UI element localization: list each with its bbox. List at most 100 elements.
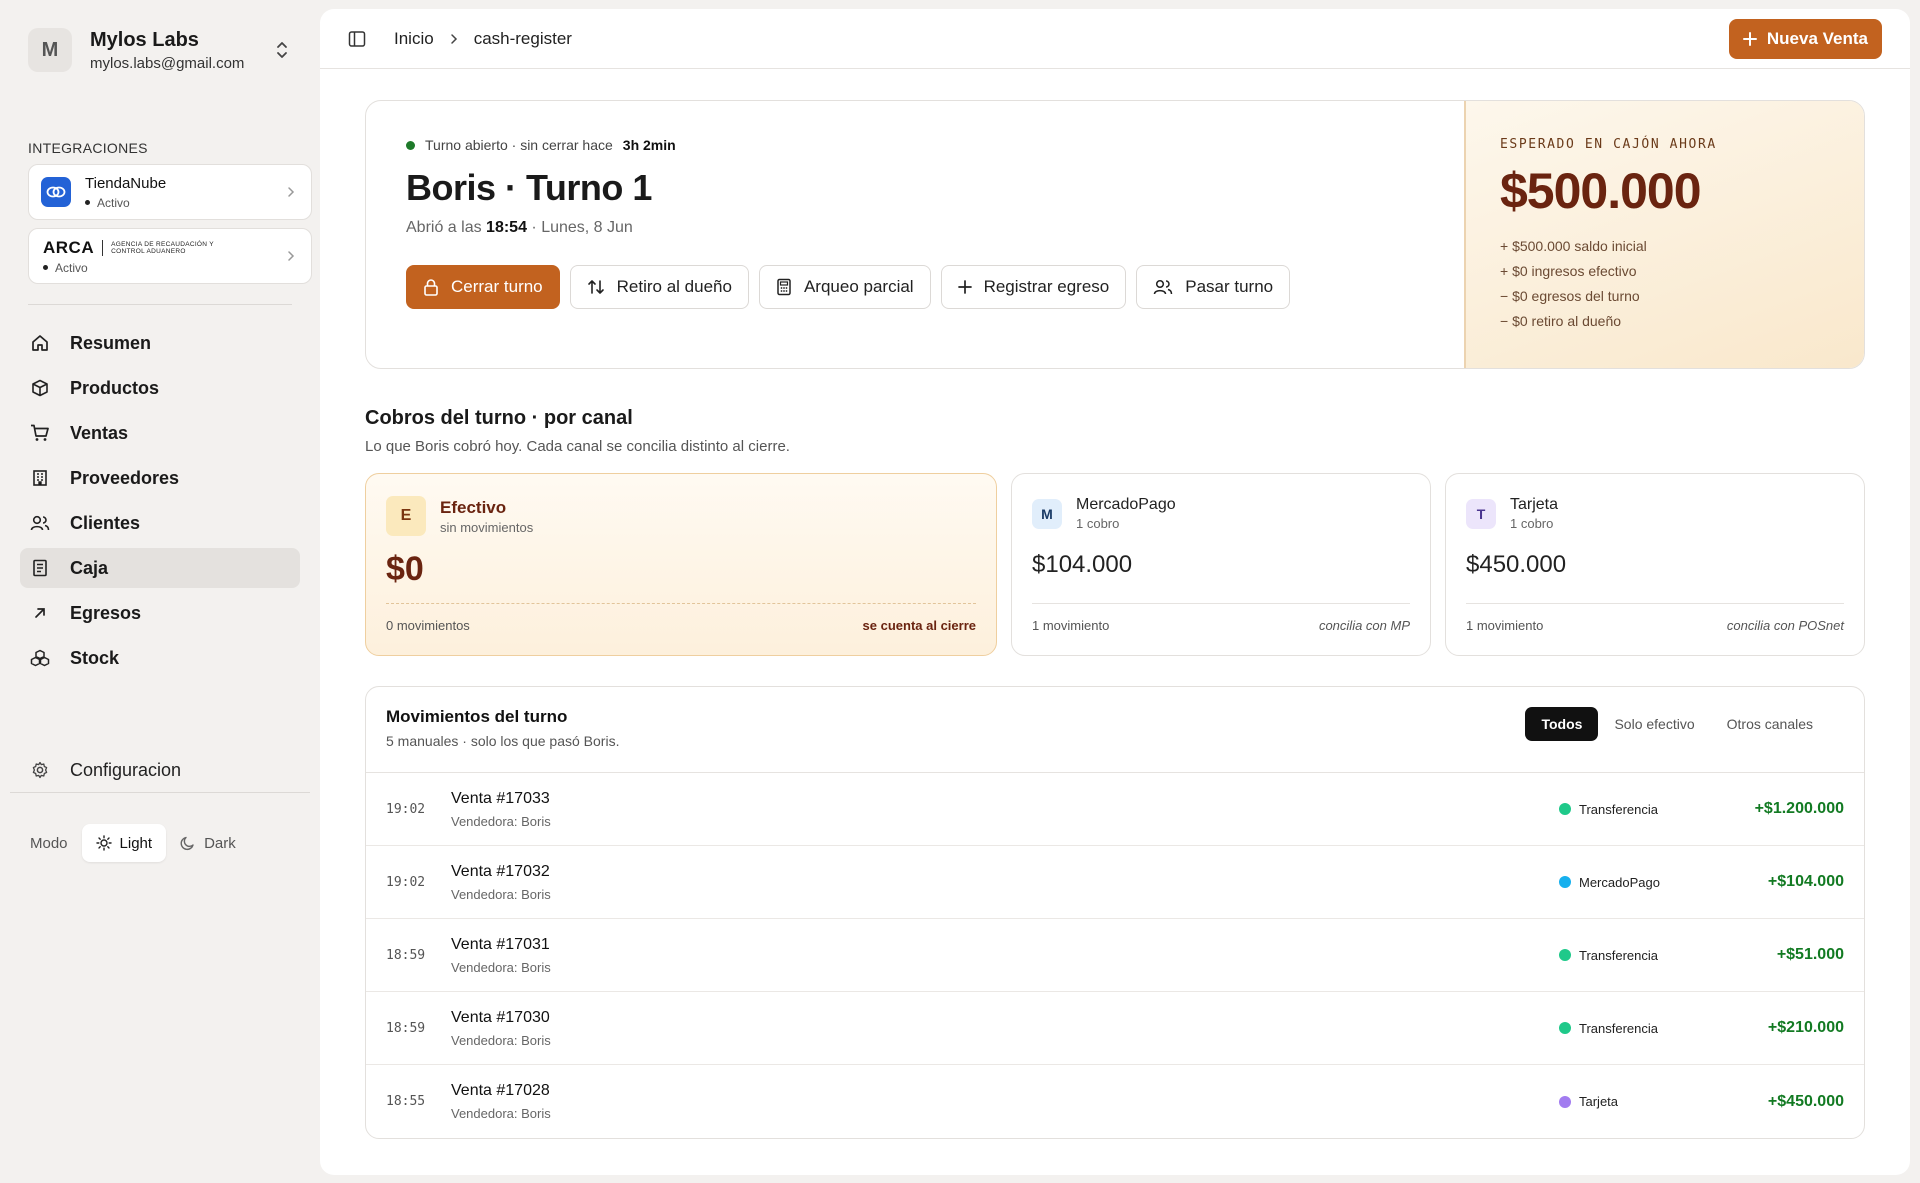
avatar: M bbox=[28, 28, 72, 72]
movement-time: 18:55 bbox=[386, 1094, 426, 1109]
movement-title: Venta #17030 bbox=[451, 1008, 550, 1026]
channel-amount: $104.000 bbox=[1032, 551, 1133, 578]
plus-icon bbox=[957, 280, 972, 294]
channel-movements: 1 movimiento bbox=[1032, 618, 1110, 633]
movement-amount: +$51.000 bbox=[1776, 946, 1844, 963]
sun-icon bbox=[95, 835, 112, 851]
divider bbox=[10, 792, 310, 793]
nav-item-caja[interactable]: Caja bbox=[20, 548, 300, 588]
chevron-right-icon bbox=[287, 249, 295, 267]
channel-movements: 1 movimiento bbox=[1466, 618, 1544, 633]
nav-item-productos[interactable]: Productos bbox=[20, 368, 300, 408]
channel-color-dot bbox=[1559, 949, 1571, 961]
integration-status: Activo bbox=[55, 260, 88, 275]
movement-row[interactable]: 18:59 Venta #17030 Vendedora: Boris Tran… bbox=[366, 992, 1864, 1065]
channel-amount: $0 bbox=[386, 550, 424, 588]
channel-reconcile-note: se cuenta al cierre bbox=[862, 618, 976, 633]
receipt-icon bbox=[30, 558, 50, 578]
account-switcher[interactable]: M Mylos Labs mylos.labs@gmail.com bbox=[20, 20, 300, 80]
gear-icon bbox=[30, 760, 50, 780]
breadcrumb-home[interactable]: Inicio bbox=[394, 29, 434, 49]
shift-opened-info: Abrió a las 18:54 · Lunes, 8 Jun bbox=[406, 219, 633, 236]
movements-filter-tabs: Todos Solo efectivo Otros canales bbox=[1525, 707, 1829, 752]
movement-seller: Vendedora: Boris bbox=[451, 1106, 551, 1121]
movement-seller: Vendedora: Boris bbox=[451, 1032, 551, 1048]
movements-subtitle: 5 manuales · solo los que pasó Boris. bbox=[386, 733, 620, 749]
arca-logo: ARCA AGENCIA DE RECAUDACIÓN Y CONTROL AD… bbox=[43, 237, 214, 257]
movements-title: Movimientos del turno bbox=[386, 707, 568, 726]
movement-row[interactable]: 19:02 Venta #17032 Vendedora: Boris Merc… bbox=[366, 846, 1864, 919]
channel-cards: E Efectivo sin movimientos $0 0 movimien… bbox=[365, 473, 1865, 656]
withdraw-owner-button[interactable]: Retiro al dueño bbox=[569, 265, 749, 309]
tab-otros-canales[interactable]: Otros canales bbox=[1711, 707, 1829, 741]
movement-row[interactable]: 18:59 Venta #17031 Vendedora: Boris Tran… bbox=[366, 919, 1864, 992]
box-icon bbox=[30, 378, 50, 398]
channel-card-cash[interactable]: E Efectivo sin movimientos $0 0 movimien… bbox=[365, 473, 997, 656]
channel-reconcile-note: concilia con POSnet bbox=[1726, 618, 1844, 633]
channel-card-tarjeta[interactable]: T Tarjeta 1 cobro $450.000 1 movimiento … bbox=[1445, 473, 1865, 656]
nav-item-stock[interactable]: Stock bbox=[20, 638, 300, 678]
home-icon bbox=[30, 333, 50, 353]
chevrons-up-down-icon[interactable] bbox=[272, 38, 292, 62]
movement-amount: +$450.000 bbox=[1767, 1092, 1844, 1110]
channel-sub: 1 cobro bbox=[1076, 516, 1120, 531]
handover-shift-button[interactable]: Pasar turno bbox=[1136, 265, 1291, 309]
theme-mode-switch: Modo Light Dark bbox=[30, 824, 250, 862]
expected-value: $500.000 bbox=[1500, 163, 1702, 219]
movement-channel: Transferencia bbox=[1559, 802, 1734, 817]
mode-light-button[interactable]: Light bbox=[81, 824, 167, 862]
channel-badge: M bbox=[1032, 498, 1062, 529]
chevron-right-icon bbox=[450, 33, 458, 45]
channel-color-dot bbox=[1559, 803, 1571, 815]
expected-cash-panel: ESPERADO EN CAJÓN AHORA $500.000 + $500.… bbox=[1464, 101, 1864, 368]
shift-title: Boris · Turno 1 bbox=[406, 167, 652, 208]
integrations-label: INTEGRACIONES bbox=[28, 140, 148, 156]
register-expense-button[interactable]: Registrar egreso bbox=[940, 265, 1127, 309]
nav-item-clientes[interactable]: Clientes bbox=[20, 503, 300, 543]
main-nav: Resumen Productos Ventas Proveedores Cli… bbox=[20, 323, 300, 678]
movement-channel: Tarjeta bbox=[1559, 1094, 1734, 1109]
nav-item-ventas[interactable]: Ventas bbox=[20, 413, 300, 453]
account-name: Mylos Labs bbox=[90, 28, 199, 51]
channel-sub: sin movimientos bbox=[440, 519, 534, 535]
movement-title: Venta #17033 bbox=[451, 789, 550, 807]
nav-item-egresos[interactable]: Egresos bbox=[20, 593, 300, 633]
channel-card-mercadopago[interactable]: M MercadoPago 1 cobro $104.000 1 movimie… bbox=[1011, 473, 1431, 656]
shift-status: Turno abierto · sin cerrar hace 3h 2min bbox=[406, 137, 1424, 153]
movement-channel: MercadoPago bbox=[1559, 875, 1734, 890]
channel-color-dot bbox=[1559, 1022, 1571, 1034]
movement-row[interactable]: 18:55 Venta #17028 Vendedora: Boris Tarj… bbox=[366, 1065, 1864, 1138]
nav-item-configuracion[interactable]: Configuracion bbox=[20, 750, 300, 790]
mode-dark-button[interactable]: Dark bbox=[166, 824, 250, 862]
movement-amount: +$104.000 bbox=[1767, 873, 1844, 890]
movement-title: Venta #17032 bbox=[451, 862, 550, 880]
building-icon bbox=[30, 468, 50, 488]
nav-item-resumen[interactable]: Resumen bbox=[20, 323, 300, 363]
tab-solo-efectivo[interactable]: Solo efectivo bbox=[1598, 707, 1710, 741]
cart-icon bbox=[30, 423, 50, 443]
moon-icon bbox=[180, 836, 194, 851]
tab-todos[interactable]: Todos bbox=[1525, 707, 1599, 741]
channels-subtitle: Lo que Boris cobró hoy. Cada canal se co… bbox=[365, 438, 790, 455]
sidebar-toggle-icon[interactable] bbox=[348, 30, 366, 48]
integration-name: TiendaNube bbox=[85, 174, 167, 192]
integration-tiendanube[interactable]: TiendaNube Activo bbox=[28, 164, 312, 220]
movement-channel: Transferencia bbox=[1559, 948, 1734, 963]
movement-title: Venta #17031 bbox=[451, 935, 550, 953]
movement-row[interactable]: 19:02 Venta #17033 Vendedora: Boris Tran… bbox=[366, 773, 1864, 846]
channel-badge: T bbox=[1466, 498, 1496, 529]
mode-label: Modo bbox=[30, 834, 68, 852]
breadcrumb-current: cash-register bbox=[473, 28, 572, 48]
partial-count-button[interactable]: Arqueo parcial bbox=[758, 265, 931, 309]
close-shift-button[interactable]: Cerrar turno bbox=[406, 265, 560, 309]
movement-seller: Vendedora: Boris bbox=[451, 813, 551, 829]
channel-badge: E bbox=[386, 496, 426, 536]
movements-panel: Movimientos del turno 5 manuales · solo … bbox=[365, 686, 1865, 1139]
new-sale-button[interactable]: Nueva Venta bbox=[1728, 18, 1882, 59]
movement-title: Venta #17028 bbox=[451, 1082, 550, 1099]
movement-time: 18:59 bbox=[386, 947, 426, 963]
integration-arca[interactable]: ARCA AGENCIA DE RECAUDACIÓN Y CONTROL AD… bbox=[28, 228, 312, 284]
nav-item-proveedores[interactable]: Proveedores bbox=[20, 458, 300, 498]
chevron-right-icon bbox=[287, 185, 295, 203]
users-icon bbox=[30, 513, 50, 533]
